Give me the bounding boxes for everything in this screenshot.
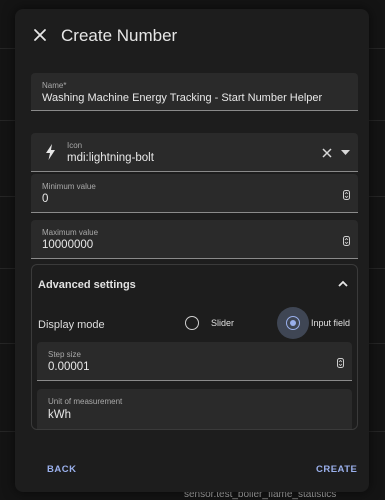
unit-field-label: Unit of measurement	[48, 397, 123, 406]
maximum-value-field[interactable]: Maximum value 10000000	[31, 220, 358, 259]
minimum-field-value: 0	[42, 193, 49, 205]
advanced-settings-panel: Advanced settings Display mode Slider In…	[31, 264, 358, 430]
name-field-label: Name*	[42, 81, 67, 90]
spinner-icon[interactable]	[343, 190, 350, 200]
maximum-field-value: 10000000	[42, 239, 94, 251]
input-field-radio-label: Input field	[311, 318, 351, 328]
icon-picker-field[interactable]: Icon mdi:lightning-bolt	[31, 133, 358, 172]
back-button[interactable]: BACK	[47, 464, 76, 475]
lightning-bolt-icon	[46, 144, 55, 160]
spinner-icon[interactable]	[343, 236, 350, 246]
minimum-value-field[interactable]: Minimum value 0	[31, 174, 358, 213]
unit-field-value: kWh	[48, 409, 71, 421]
dialog-title: Create Number	[61, 26, 178, 45]
unit-of-measurement-field[interactable]: Unit of measurement kWh	[37, 389, 352, 429]
close-icon[interactable]	[31, 26, 49, 44]
name-field-value: Washing Machine Energy Tracking - Start …	[42, 92, 323, 104]
input-field-radio[interactable]	[286, 316, 300, 330]
create-number-dialog: Create Number Name* Washing Machine Ener…	[15, 9, 369, 492]
dialog-header: Create Number	[15, 9, 369, 61]
step-field-value: 0.00001	[48, 361, 90, 373]
icon-field-value: mdi:lightning-bolt	[67, 152, 154, 164]
step-field-label: Step size	[48, 350, 81, 359]
slider-radio-label: Slider	[211, 318, 235, 328]
name-field[interactable]: Name* Washing Machine Energy Tracking - …	[31, 73, 358, 111]
spinner-icon[interactable]	[337, 358, 344, 368]
icon-field-label: Icon	[67, 141, 83, 150]
chevron-up-icon[interactable]	[337, 279, 349, 289]
dropdown-arrow-icon[interactable]	[341, 150, 350, 156]
slider-radio[interactable]	[185, 316, 199, 330]
radio-selected-dot	[289, 319, 296, 326]
clear-icon[interactable]	[322, 148, 332, 158]
advanced-settings-title[interactable]: Advanced settings	[38, 279, 136, 291]
maximum-field-label: Maximum value	[42, 228, 99, 237]
step-size-field[interactable]: Step size 0.00001	[37, 342, 352, 381]
display-mode-label: Display mode	[38, 319, 105, 331]
minimum-field-label: Minimum value	[42, 182, 96, 191]
create-button[interactable]: CREATE	[316, 464, 357, 475]
